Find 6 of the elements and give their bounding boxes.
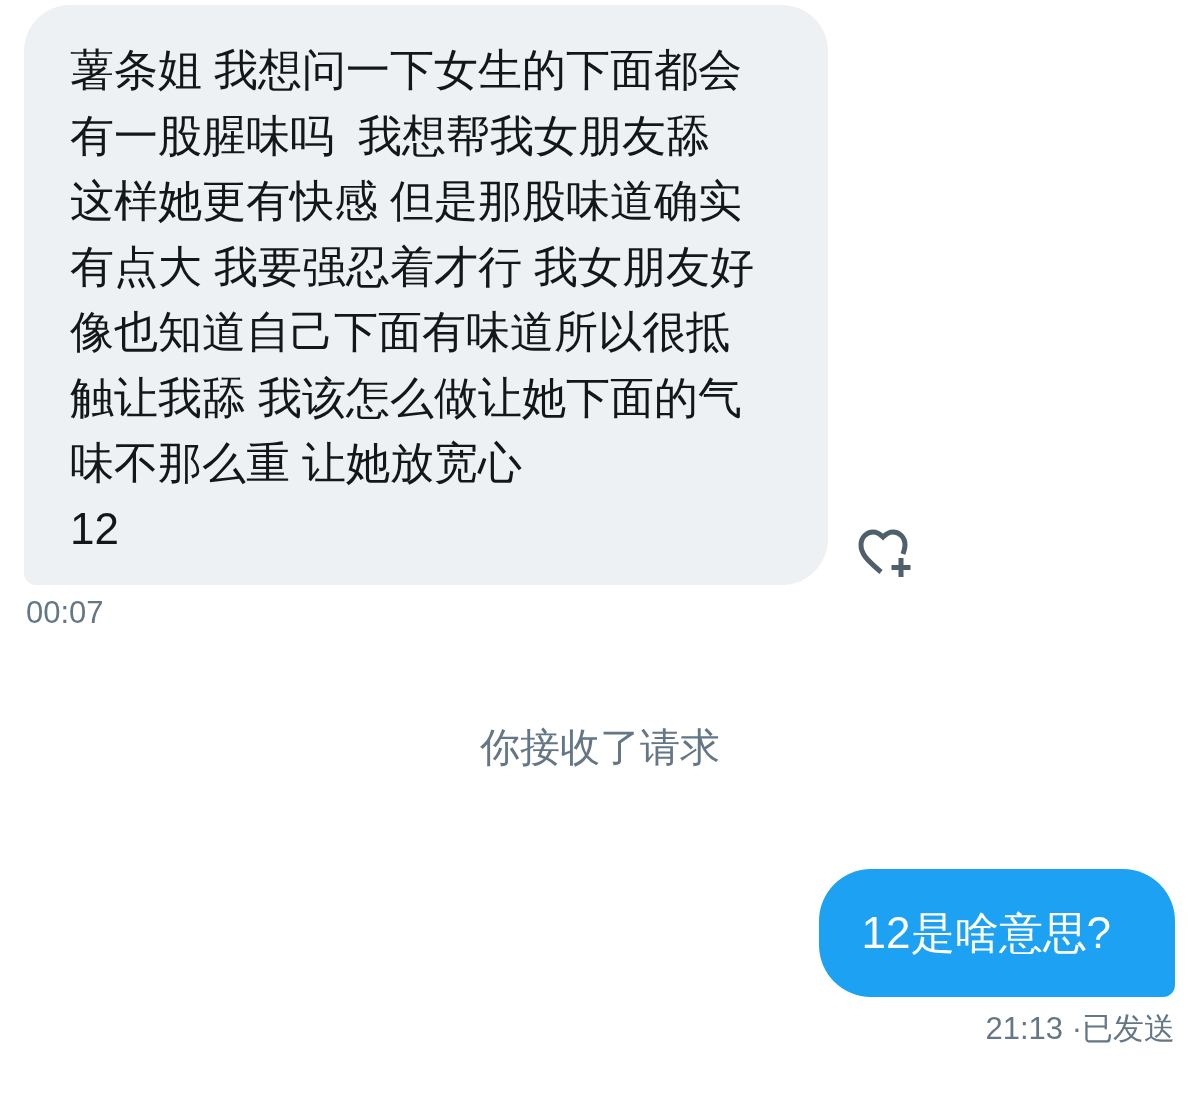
- system-notice: 你接收了请求: [480, 724, 720, 771]
- heart-plus-icon[interactable]: [857, 527, 913, 579]
- message-text: 12是啥意思?: [861, 907, 1111, 959]
- message-status: 21:13 ·已发送: [985, 1011, 1175, 1047]
- message-time: 00:07: [26, 595, 104, 631]
- message-text: 薯条姐 我想问一下女生的下面都会 有一股腥味吗 我想帮我女朋友舔 这样她更有快感 但是那股味道确实 有点大 我要强忍着才行 我女朋友好 像也知道自己下面有味道所以很抵 触让我舔 我该怎么做让她下面的气 味不那么重 让她放宽心 12: [70, 44, 756, 555]
